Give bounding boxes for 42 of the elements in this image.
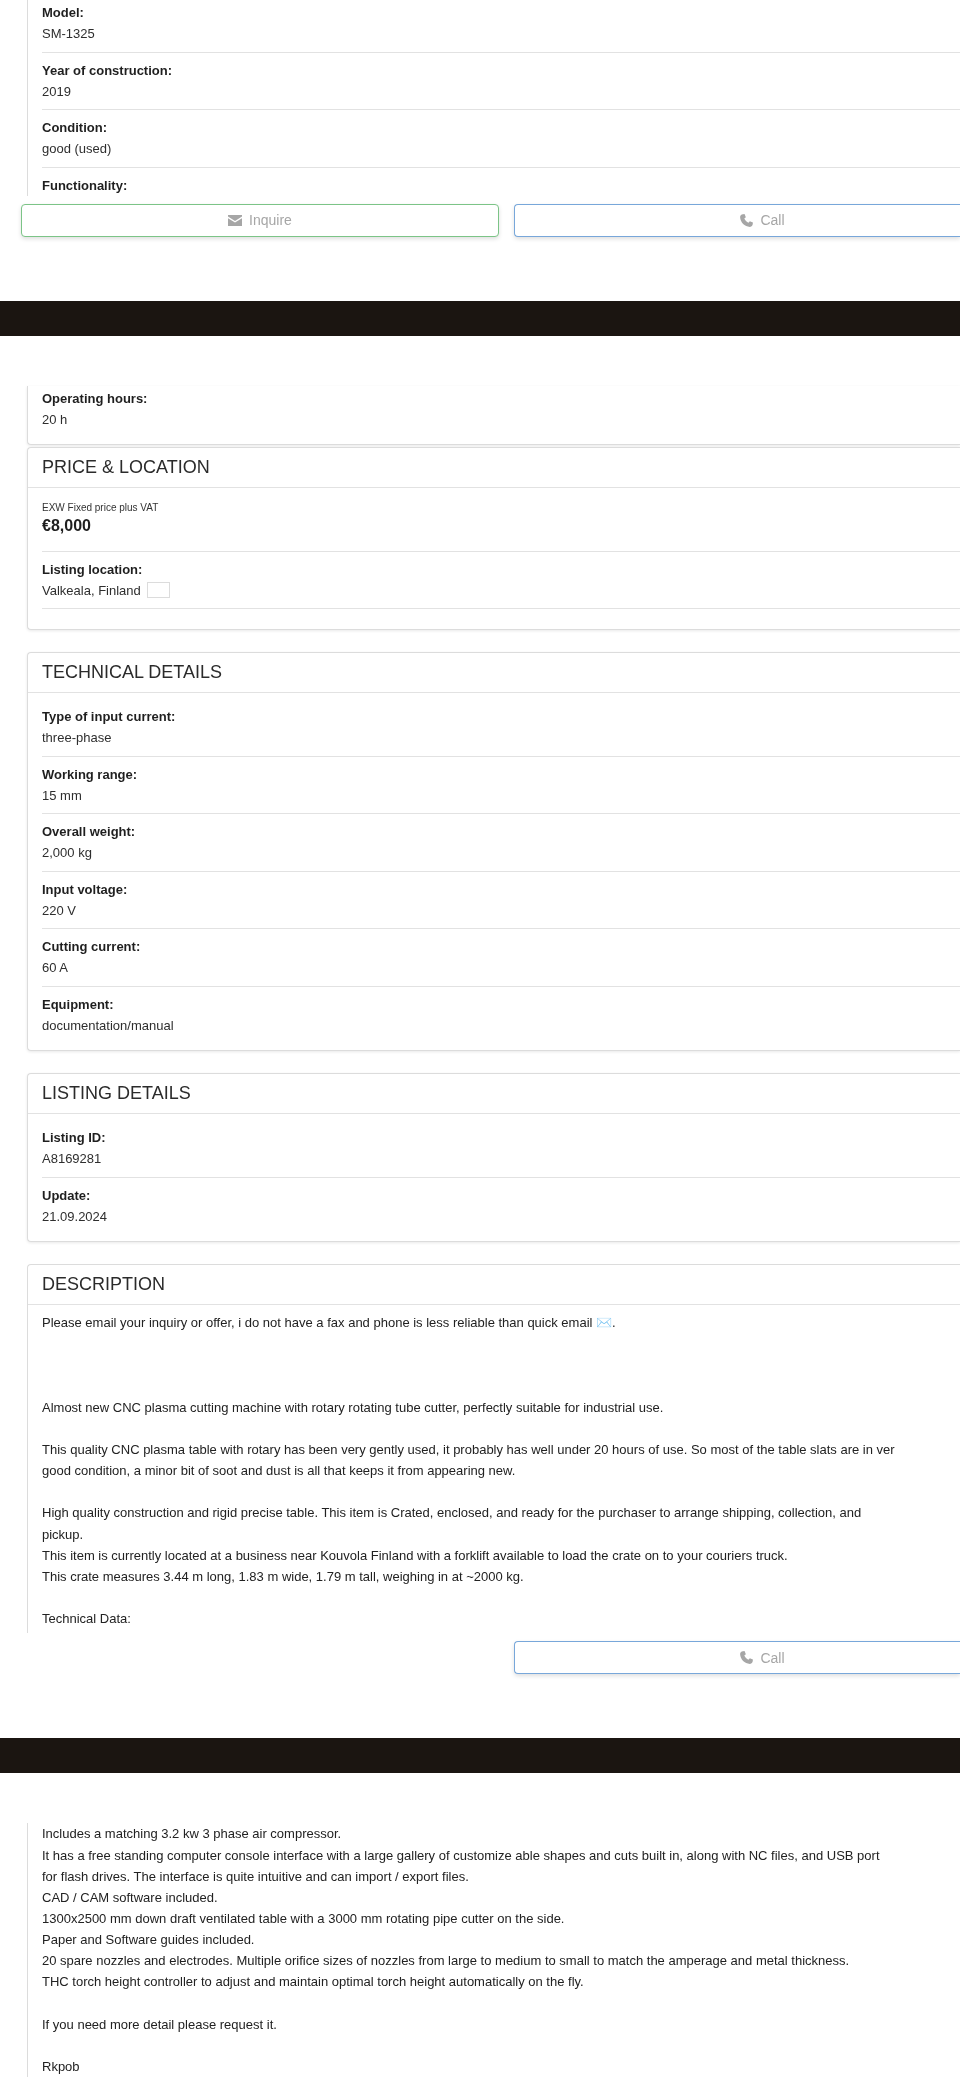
- price-value: €8,000: [42, 516, 91, 536]
- field-label: Overall weight:: [42, 823, 136, 841]
- field-value: 2019: [42, 82, 71, 101]
- field-value: SM-1325: [42, 25, 95, 43]
- card-title: DESCRIPTION: [42, 1273, 165, 1295]
- field-label: Listing ID:: [42, 1129, 106, 1147]
- field-value: 15 mm: [42, 786, 82, 805]
- field-label: Functionality:: [42, 176, 128, 195]
- field-label: Operating hours:: [42, 389, 148, 408]
- inquire-button[interactable]: Inquire: [21, 203, 499, 237]
- field-label: Listing location:: [42, 560, 143, 579]
- card-title: PRICE & LOCATION: [42, 456, 210, 478]
- field-label: Cutting current:: [42, 938, 141, 956]
- field-value: 20 h: [42, 410, 68, 429]
- field-label: Year of construction:: [42, 61, 173, 80]
- field-label: Input voltage:: [42, 880, 128, 899]
- location-value: Valkeala, Finland: [42, 581, 141, 600]
- field-value: 2,000 kg: [42, 844, 92, 862]
- phone-icon: [740, 1651, 754, 1665]
- field-label: Type of input current:: [42, 708, 176, 726]
- card-title: TECHNICAL DETAILS: [42, 661, 223, 683]
- call-button[interactable]: Call: [514, 1641, 960, 1675]
- field-value: 21.09.2024: [42, 1207, 108, 1226]
- field-value: three-phase: [42, 729, 112, 747]
- field-label: Update:: [42, 1186, 91, 1205]
- card-title: LISTING DETAILS: [42, 1082, 191, 1104]
- field-value: 220 V: [42, 901, 76, 920]
- call-button[interactable]: Call: [514, 203, 960, 237]
- phone-icon: [740, 213, 754, 227]
- envelope-icon: [228, 214, 243, 226]
- field-label: Model:: [42, 4, 84, 22]
- field-label: Working range:: [42, 765, 138, 784]
- price-note: EXW Fixed price plus VAT: [42, 501, 159, 515]
- field-value: documentation/manual: [42, 1016, 174, 1035]
- description-text: Includes a matching 3.2 kw 3 phase air compressor. It has a free standing computer console interface with a large gallery of customize able shapes and cuts built in, along with NC files, and USB port for flash drives. The interface is quite intuitive and can import / export files. CAD / CAM software included. 1300x2500 mm down draft ventilated table with a 3000 mm rotating pipe cutter on the side. Paper and Software guides included. 20 spare nozzles and electrodes. Multiple orifice sizes of nozzles from large to medium to small to match the amperage and metal thickness. THC torch height controller to adjust and maintain optimal torch height automatically on the fly. If you need more detail please request it. Rkpob: [42, 1825, 880, 2077]
- field-value: good (used): [42, 140, 112, 158]
- field-value: A8169281: [42, 1150, 102, 1168]
- field-value: 60 A: [42, 959, 69, 977]
- image-placeholder-icon: [146, 582, 170, 598]
- description-text: Please email your inquiry or offer, i do not have a fax and phone is less reliable than quick email ✉. Almost new CNC plasma cutting machine with rotary rotating tube cutter, perfectly suitable for industrial use. This quality CNC plasma table with rotary has been very gently used, it probably has well under 20 hours of use. So most of the table slats are in ver good condition, a minor bit of soot and dust is all that keeps it from appearing new. High quality construction and rigid precise table. This item is Crated, enclosed, and ready for the purchaser to arrange shipping, collection, and pickup. This item is currently located at a business near Kouvola Finland with a forklift available to load the crate on to your couriers truck. This crate measures 3.44 m long, 1.83 m wide, 1.79 m tall, weighing in at ~2000 kg. Technical Data:: [42, 1314, 895, 1629]
- field-label: Equipment:: [42, 995, 114, 1014]
- field-label: Condition:: [42, 119, 107, 137]
